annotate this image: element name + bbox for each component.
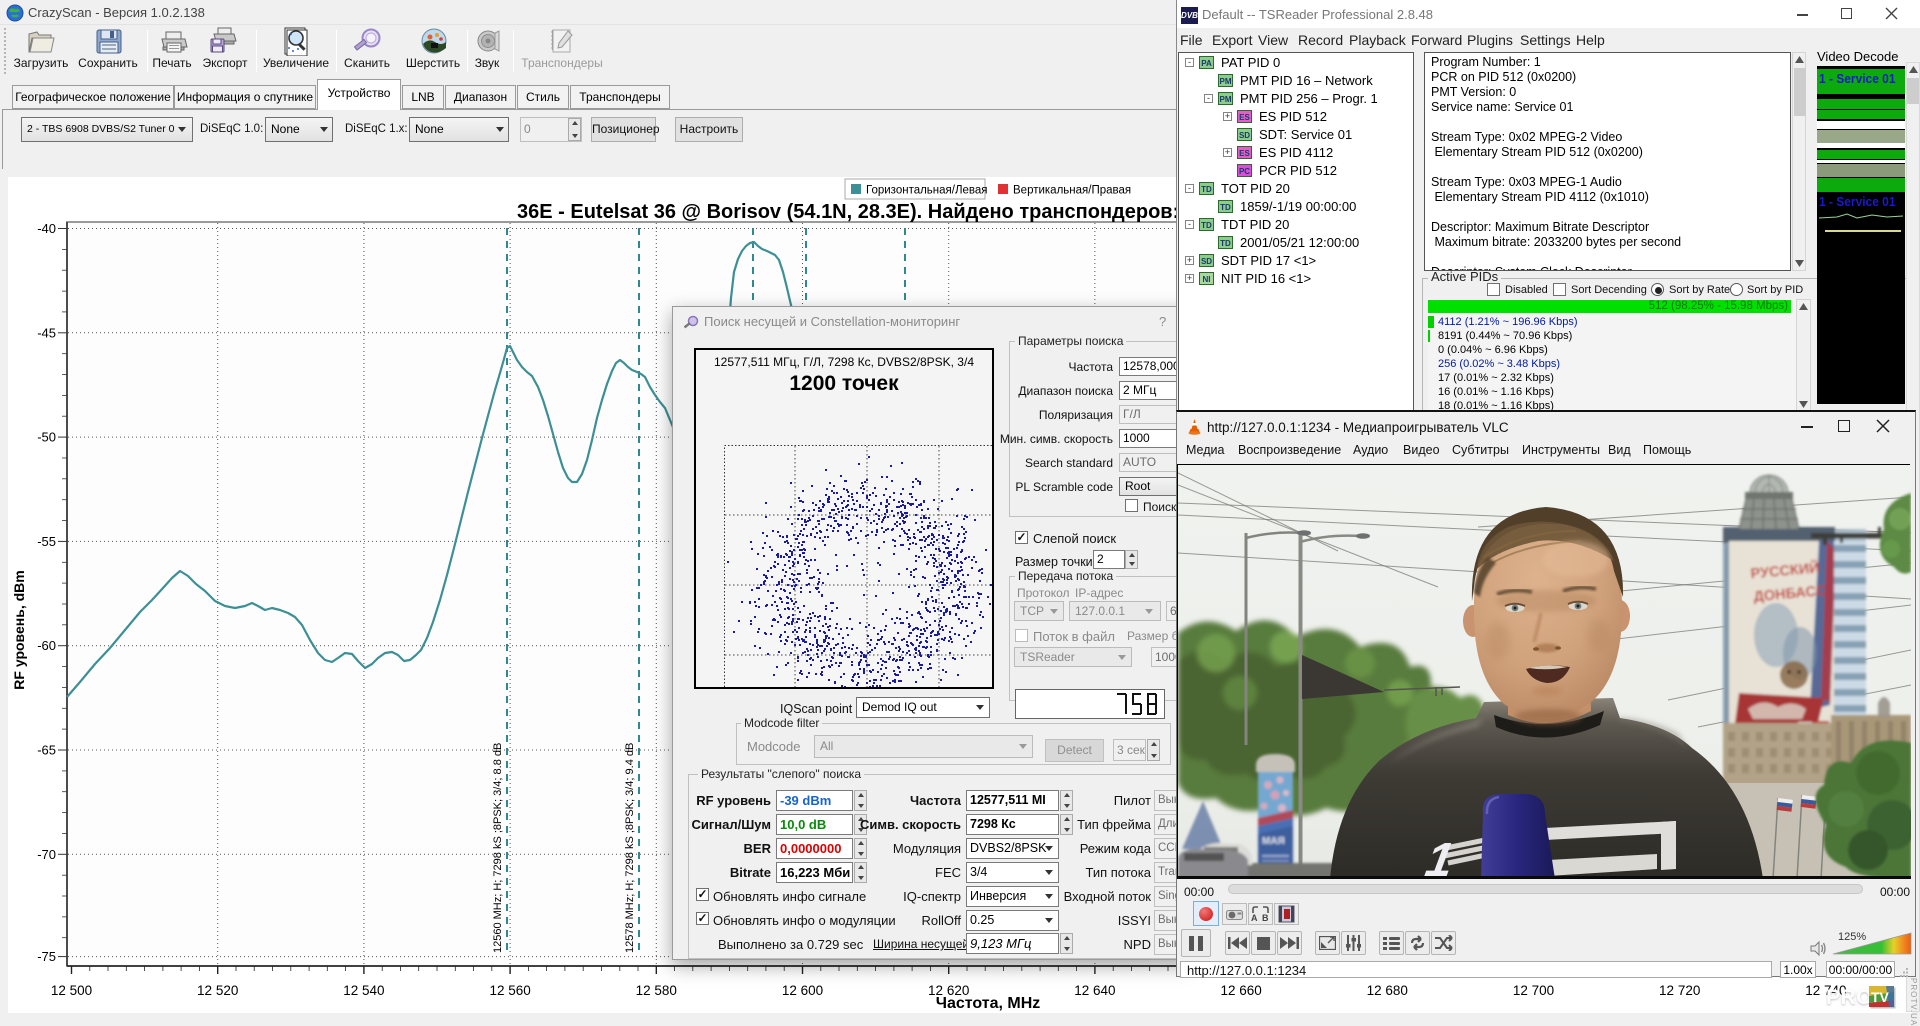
svg-text:-60: -60	[37, 638, 56, 653]
svg-text:12560 MHz; H; 7298 kS ;8PSK; 3: 12560 MHz; H; 7298 kS ;8PSK; 3/4; 8.8 dB	[492, 743, 504, 953]
svg-text:Вертикальная/Правая: Вертикальная/Правая	[1013, 185, 1131, 197]
svg-text:12578 MHz; H; 7298 kS ;8PSK; 3: 12578 MHz; H; 7298 kS ;8PSK; 3/4; 9.4 dB	[624, 743, 636, 953]
svg-text:A: A	[1251, 913, 1258, 923]
svg-text:36E - Eutelsat 36 @ Borisov (5: 36E - Eutelsat 36 @ Borisov (54.1N, 28.3…	[517, 201, 1207, 223]
svg-text:12 520: 12 520	[197, 983, 238, 998]
svg-text:12 560: 12 560	[489, 983, 530, 998]
svg-text:-75: -75	[37, 949, 56, 964]
svg-text:-45: -45	[37, 325, 56, 340]
svg-text:-65: -65	[37, 743, 56, 758]
svg-text:-70: -70	[37, 847, 56, 862]
svg-text:12 540: 12 540	[343, 983, 384, 998]
svg-text:12 720: 12 720	[1659, 983, 1700, 998]
svg-text:-55: -55	[37, 534, 56, 549]
svg-text:12 700: 12 700	[1513, 983, 1554, 998]
svg-text:Горизонтальная/Левая: Горизонтальная/Левая	[866, 185, 988, 197]
svg-text:12 580: 12 580	[636, 983, 677, 998]
svg-text:RF уровень, dBm: RF уровень, dBm	[11, 570, 27, 689]
svg-text:12 640: 12 640	[1074, 983, 1115, 998]
svg-text:Частота, MHz: Частота, MHz	[936, 995, 1041, 1012]
svg-text:12 660: 12 660	[1220, 983, 1261, 998]
svg-text:B: B	[1262, 913, 1269, 923]
svg-text:-40: -40	[37, 221, 56, 236]
svg-text:-50: -50	[37, 430, 56, 445]
svg-text:12 600: 12 600	[782, 983, 823, 998]
svg-text:12 680: 12 680	[1367, 983, 1408, 998]
svg-text:12 500: 12 500	[51, 983, 92, 998]
svg-text:МАЯ: МАЯ	[1262, 836, 1285, 847]
svg-text:TV: TV	[1871, 989, 1890, 1005]
